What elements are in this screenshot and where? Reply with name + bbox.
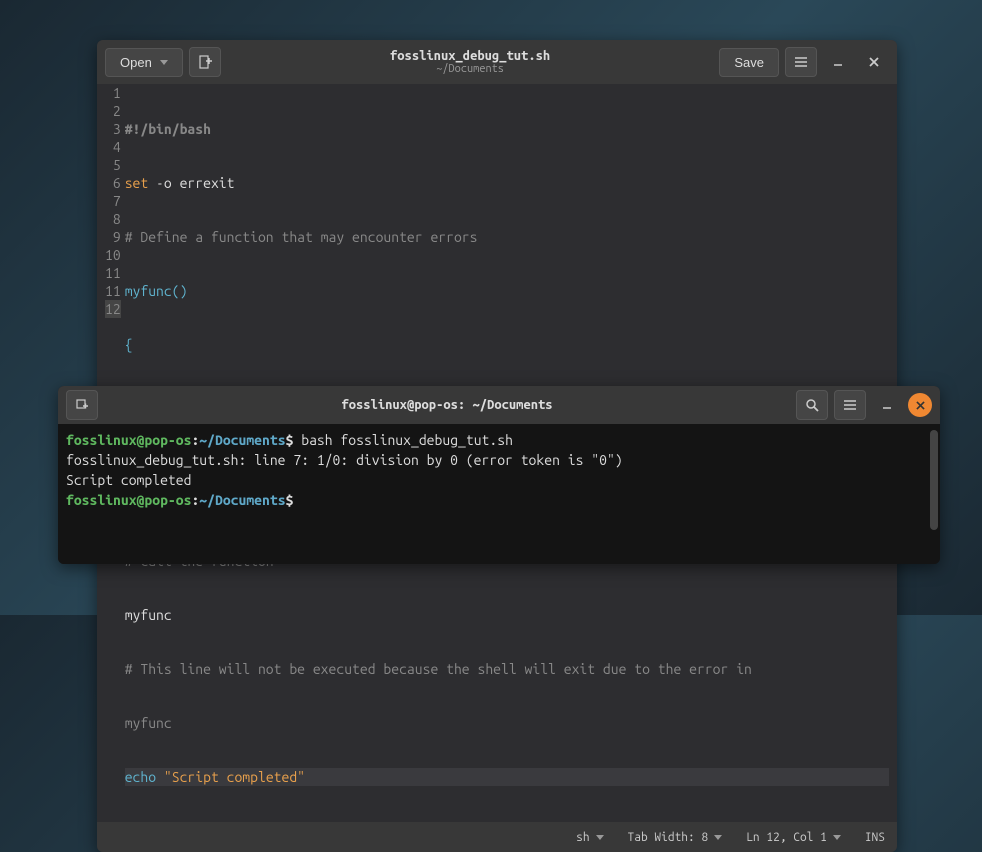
new-document-icon (198, 55, 212, 69)
search-button[interactable] (796, 390, 828, 420)
code-line-3: # Define a function that may encounter e… (125, 228, 889, 246)
status-lang-label: sh (576, 831, 589, 844)
terminal-window: fosslinux@pop-os: ~/Documents (58, 386, 940, 564)
gutter-num: 1 (105, 84, 121, 102)
open-label: Open (120, 55, 152, 70)
code-line-10: myfunc (125, 606, 889, 624)
term-command: bash fosslinux_debug_tut.sh (293, 432, 513, 448)
prompt-path: ~/Documents (199, 492, 285, 508)
code-line-11b: myfunc (125, 714, 889, 732)
tok-sp (156, 769, 164, 785)
prompt-dollar: $ (286, 492, 294, 508)
code-line-11a: # This line will not be executed because… (125, 660, 889, 678)
term-output: Script completed (66, 472, 191, 488)
window-path: ~/Documents (227, 63, 714, 75)
term-output: fosslinux_debug_tut.sh: line 7: 1/0: div… (66, 452, 623, 468)
gutter-num: 9 (105, 228, 121, 246)
terminal-title: fosslinux@pop-os: ~/Documents (104, 398, 790, 412)
statusbar: sh Tab Width: 8 Ln 12, Col 1 INS (97, 822, 897, 852)
status-tab-width[interactable]: Tab Width: 8 (628, 831, 723, 844)
tok-brace: { (125, 337, 133, 353)
tok-comment: myfunc (125, 715, 172, 731)
code-line-1: #!/bin/bash (125, 120, 889, 138)
tok-set: set (125, 175, 149, 191)
gutter-num: 8 (105, 210, 121, 228)
gutter-num: 11 (105, 282, 121, 300)
minimize-button[interactable] (823, 47, 853, 77)
tok-func: myfunc (125, 283, 172, 299)
open-button[interactable]: Open (105, 48, 183, 77)
tok-opts: -o errexit (148, 175, 234, 191)
tok-echo: echo (125, 769, 156, 785)
new-tab-button[interactable] (66, 390, 98, 420)
gutter-num: 3 (105, 120, 121, 138)
editor-titlebar: Open fosslinux_debug_tut.sh ~/Documents … (97, 40, 897, 84)
chevron-down-icon (833, 835, 841, 840)
code-line-2: set -o errexit (125, 174, 889, 192)
title-center: fosslinux_debug_tut.sh ~/Documents (227, 49, 714, 75)
code-line-4: myfunc() (125, 282, 889, 300)
gutter-num: 6 (105, 174, 121, 192)
prompt-user: fosslinux@pop-os (66, 492, 191, 508)
terminal-menu-button[interactable] (834, 390, 866, 420)
shebang: #!/bin/bash (125, 121, 211, 137)
status-tab-label: Tab Width: 8 (628, 831, 709, 844)
close-button[interactable] (859, 47, 889, 77)
tok-parens: () (172, 283, 188, 299)
prompt-path: ~/Documents (199, 432, 285, 448)
new-document-button[interactable] (189, 47, 221, 77)
terminal-content[interactable]: fosslinux@pop-os:~/Documents$ bash fossl… (58, 424, 940, 564)
gutter-num: 7 (105, 192, 121, 210)
code-line-12: echo "Script completed" (125, 768, 889, 786)
prompt-user: fosslinux@pop-os (66, 432, 191, 448)
gutter-num: 11 (105, 264, 121, 282)
tok-comment: # Define a function that may encounter e… (125, 229, 478, 245)
status-lang[interactable]: sh (576, 831, 603, 844)
chevron-down-icon (160, 60, 168, 65)
status-cursor[interactable]: Ln 12, Col 1 (746, 831, 841, 844)
terminal-titlebar: fosslinux@pop-os: ~/Documents (58, 386, 940, 424)
gutter-num: 10 (105, 246, 121, 264)
hamburger-icon (843, 399, 857, 411)
chevron-down-icon (714, 835, 722, 840)
menu-button[interactable] (785, 47, 817, 77)
save-button[interactable]: Save (719, 48, 779, 77)
code-line-5: { (125, 336, 889, 354)
close-icon (916, 401, 925, 410)
tok-string: "Script completed" (164, 769, 305, 785)
window-filename: fosslinux_debug_tut.sh (227, 49, 714, 63)
status-insert-mode[interactable]: INS (865, 831, 885, 844)
terminal-minimize-button[interactable] (872, 390, 902, 420)
new-tab-icon (75, 398, 89, 412)
status-pos-label: Ln 12, Col 1 (746, 831, 827, 844)
status-ins-label: INS (865, 831, 885, 844)
gutter-num: 5 (105, 156, 121, 174)
gutter-num: 12 (105, 300, 121, 318)
terminal-close-button[interactable] (908, 393, 932, 417)
hamburger-icon (794, 56, 808, 68)
chevron-down-icon (596, 835, 604, 840)
tok-comment: # This line will not be executed because… (125, 661, 760, 677)
search-icon (805, 398, 819, 412)
close-icon (869, 57, 879, 67)
scrollbar[interactable] (930, 430, 938, 530)
gutter-num: 2 (105, 102, 121, 120)
gutter-num: 4 (105, 138, 121, 156)
minimize-icon (833, 57, 843, 67)
tok-call: myfunc (125, 607, 172, 623)
minimize-icon (882, 400, 892, 410)
